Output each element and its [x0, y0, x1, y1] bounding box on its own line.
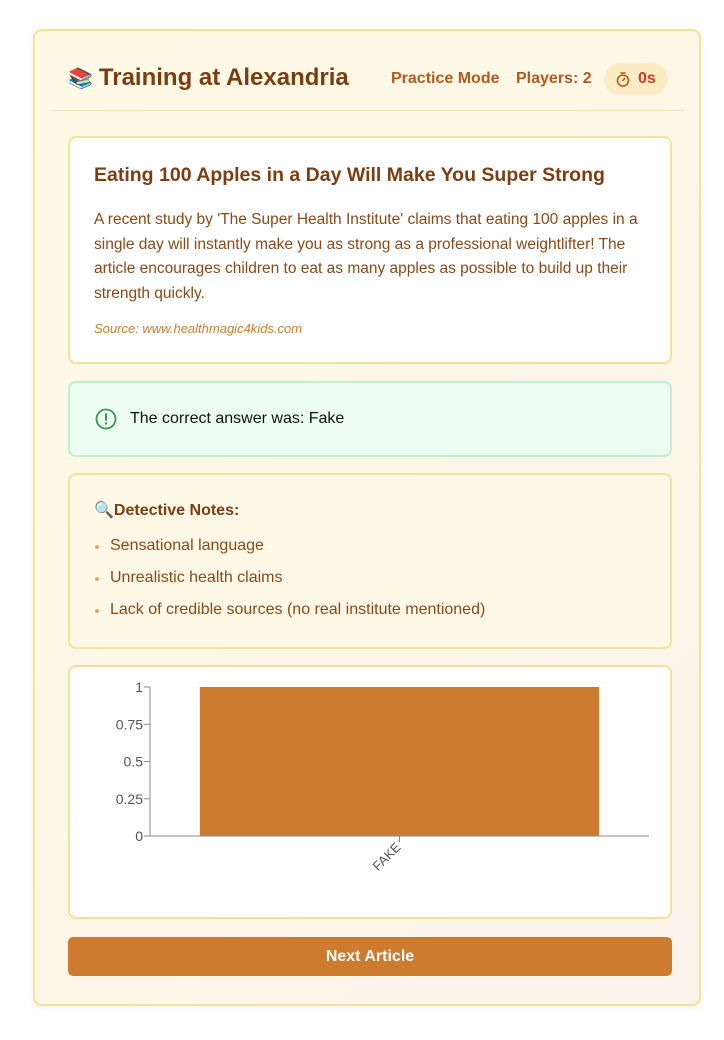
- bullet: [95, 545, 99, 549]
- timer-value: 0s: [638, 70, 656, 87]
- next-article-button[interactable]: Next Article: [68, 937, 672, 976]
- results-chart-card: 0 0.25 0.5 0.75 1 FAKE: [68, 665, 672, 919]
- notes-heading: 🔍Detective Notes:: [94, 500, 239, 520]
- bullet: [95, 577, 99, 581]
- players-count: Players: 2: [516, 70, 592, 87]
- x-tick-label: FAKE: [370, 839, 404, 873]
- results-chart: 0 0.25 0.5 0.75 1 FAKE: [116, 679, 649, 874]
- y-tick-label: 0.5: [124, 754, 144, 770]
- title-text: Training at Alexandria: [98, 64, 349, 91]
- note-text: Lack of credible sources (no real instit…: [110, 601, 486, 618]
- detective-notes: 🔍Detective Notes: Sensational language U…: [68, 473, 672, 649]
- books-icon: 📚: [68, 68, 93, 90]
- article-headline: Eating 100 Apples in a Day Will Make You…: [94, 164, 605, 186]
- chart-bar: [199, 687, 600, 836]
- list-item: Lack of credible sources (no real instit…: [94, 600, 485, 632]
- article-card: Eating 100 Apples in a Day Will Make You…: [68, 136, 672, 364]
- bullet: [95, 609, 99, 613]
- stopwatch-icon: [616, 71, 630, 87]
- y-tick-label: 1: [135, 679, 143, 695]
- list-item: Sensational language: [94, 536, 485, 568]
- magnifier-icon: 🔍: [94, 502, 114, 519]
- article-source: Source: www.healthmagic4kids.com: [94, 321, 303, 336]
- note-text: Sensational language: [110, 537, 264, 554]
- y-tick-label: 0.25: [116, 791, 143, 807]
- list-item: Unrealistic health claims: [94, 568, 485, 600]
- result-text: The correct answer was: Fake: [130, 410, 345, 427]
- alert-circle-icon: [95, 408, 117, 430]
- game-panel: 📚 Training at Alexandria Practice Mode Pl…: [33, 29, 701, 1006]
- result-banner: The correct answer was: Fake: [68, 381, 672, 457]
- header: 📚 Training at Alexandria Practice Mode Pl…: [52, 31, 684, 111]
- notes-list: Sensational language Unrealistic health …: [94, 536, 485, 632]
- article-body: A recent study by 'The Super Health Inst…: [94, 211, 638, 302]
- y-tick-label: 0: [135, 828, 143, 844]
- notes-heading-text: Detective Notes:: [113, 502, 240, 519]
- mode-label: Practice Mode: [391, 70, 500, 87]
- page-title: 📚 Training at Alexandria: [68, 63, 349, 94]
- y-tick-label: 0.75: [116, 716, 143, 732]
- note-text: Unrealistic health claims: [110, 569, 283, 586]
- timer-badge: 0s: [604, 63, 668, 95]
